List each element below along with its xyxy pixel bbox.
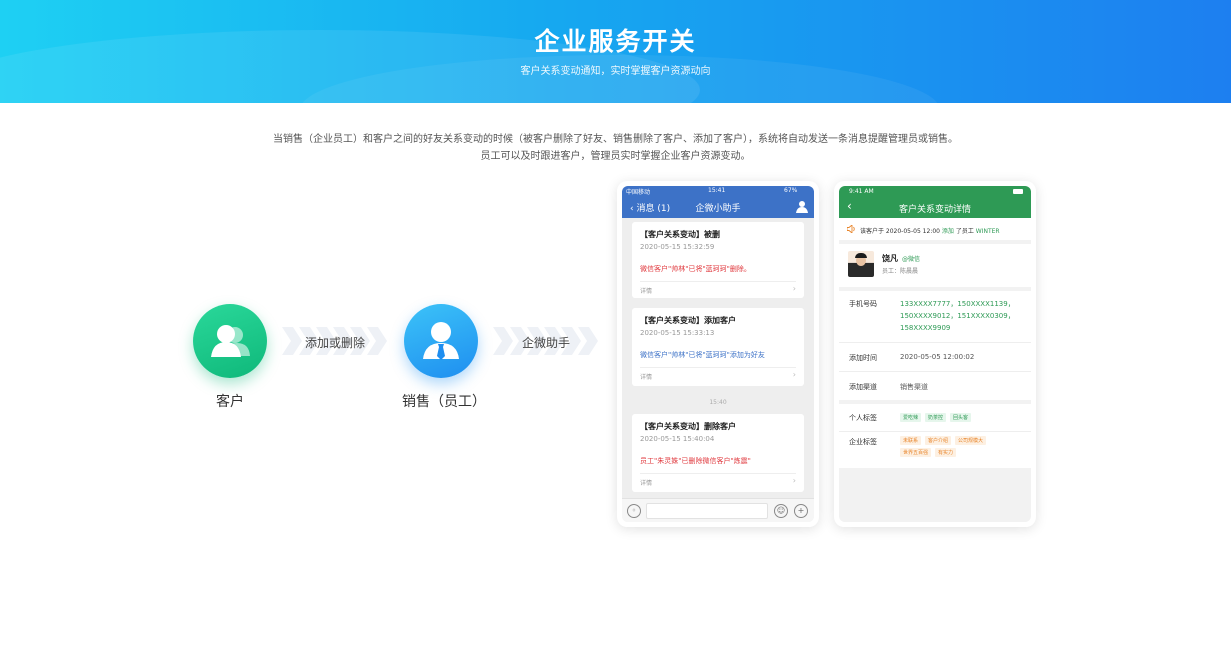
message-date: 2020-05-15 15:33:13 [640,329,715,337]
notice-mid: 了员工 [955,228,974,235]
message-card[interactable]: 【客户关系变动】删除客户 2020-05-15 15:40:04 员工"朱灵姝"… [632,414,804,492]
status-time: 9:41 AM [849,188,874,195]
chevron-right-icon: › [792,476,796,485]
avatar [848,251,874,277]
nav-bar: ‹ 消息 (1) 企微小助手 [622,196,814,218]
customer-name: 饶凡 [882,254,898,263]
description-line-1: 当销售（企业员工）和客户之间的好友关系变动的时候（被客户删除了好友、销售删除了客… [273,134,958,145]
status-bar: 9:41 AM [839,186,1031,196]
personal-tag: 回头客 [950,413,972,422]
user-icon[interactable] [796,200,808,213]
sales-label: 销售（员工） [402,394,486,410]
customer-icon [211,325,250,357]
status-carrier: 中国移动 [626,189,651,196]
customer-node [193,304,267,378]
add-icon[interactable]: + [794,504,808,518]
status-time: 15:41 [708,187,726,194]
add-time-row: 添加时间 2020-05-05 12:00:02 [839,343,1031,372]
message-body: 微信客户"帅林"已将"蓝珂珂"添加为好友 [640,351,765,359]
channel-value: 销售渠道 [900,383,928,391]
message-body: 微信客户"帅林"已将"蓝珂珂"删除。 [640,265,751,273]
change-notice: 该客户于 2020-05-05 12:00 添加 了员工 WINTER [839,218,1031,240]
phone-mockup-wecom: 中国移动 15:41 67% ‹ 消息 (1) 企微小助手 【客户关系变动】被删… [617,181,819,527]
message-input[interactable] [646,503,768,519]
detail-title: 客户关系变动详情 [898,205,971,215]
emoji-icon[interactable]: ☺ [774,504,788,518]
page-title: 企业服务开关 [534,27,697,56]
flow-step-assistant: 企微助手 [522,336,571,350]
company-tag: 公司规模大 [955,436,987,445]
voice-icon[interactable]: ◦ [627,504,641,518]
details-link[interactable]: 详情 [640,372,652,381]
page-subtitle: 客户关系变动通知，实时掌握客户资源动向 [520,66,711,77]
status-bar: 中国移动 15:41 67% [622,186,814,196]
phone-row: 手机号码 133XXXX7777，150XXXX1139，150XXXX9012… [839,291,1031,343]
notice-action: 添加 [941,228,954,235]
speaker-icon [847,225,855,233]
chevron-right-icon: › [792,284,796,293]
company-tag: 世界五百强 [900,448,932,457]
flow-step-add-or-delete: 添加或删除 [305,336,366,350]
channel-row: 添加渠道 销售渠道 [839,372,1031,400]
message-date: 2020-05-15 15:40:04 [640,435,715,443]
status-battery: 67% [784,187,798,194]
nav-bar: ‹ 客户关系变动详情 [839,196,1031,218]
header-banner: 企业服务开关 客户关系变动通知，实时掌握客户资源动向 [0,0,1231,103]
channel-label: 添加渠道 [849,383,877,391]
company-tag: 有实力 [935,448,957,457]
assigned-employee: 员工：陈晨晨 [882,268,919,275]
message-card[interactable]: 【客户关系变动】被删 2020-05-15 15:32:59 微信客户"帅林"已… [632,222,804,298]
description-line-2: 员工可以及时跟进客户，管理员实时掌握企业客户资源变动。 [480,151,751,162]
phone-value: 133XXXX7777，150XXXX1139，150XXXX9012，151X… [900,300,1015,332]
customer-label: 客户 [216,394,244,410]
company-tag: 客户介绍 [925,436,952,445]
customer-profile[interactable]: 饶凡 @微信 员工：陈晨晨 [839,244,1031,287]
chevron-right-icon: › [792,370,796,379]
add-time-label: 添加时间 [849,354,877,362]
phone-label: 手机号码 [849,300,877,308]
message-body: 员工"朱灵姝"已删除微信客户"炼震" [640,457,751,465]
chat-input-bar: ◦ ☺ + [622,498,814,522]
notice-employee: WINTER [975,228,1000,235]
personal-tag: 奶茶控 [925,413,947,422]
company-tags-label: 企业标签 [849,438,877,446]
battery-icon [1013,189,1023,194]
message-title: 【客户关系变动】删除客户 [640,422,736,431]
company-tag: 未联系 [900,436,922,445]
add-time-value: 2020-05-05 12:00:02 [900,353,975,361]
personal-tags-row: 个人标签 爱吃辣 奶茶控 回头客 [839,404,1031,432]
personal-tag: 爱吃辣 [900,413,922,422]
message-title: 【客户关系变动】添加客户 [640,316,736,325]
time-separator: 15:40 [709,399,727,406]
company-tags-row: 企业标签 未联系 客户介绍 公司规模大 世界五百强 有实力 [839,432,1031,468]
sales-node [404,304,478,378]
wechat-tag: @微信 [902,256,921,263]
personal-tags-label: 个人标签 [849,414,877,422]
phone-mockup-detail: 9:41 AM ‹ 客户关系变动详情 该客户于 2020-05-05 12:00… [834,181,1036,527]
message-date: 2020-05-15 15:32:59 [640,243,715,251]
employee-icon [423,322,459,360]
details-link[interactable]: 详情 [640,286,652,295]
chat-title: 企微小助手 [695,204,741,214]
notice-prefix: 该客户于 2020-05-05 12:00 [860,228,940,235]
details-link[interactable]: 详情 [640,478,652,487]
message-title: 【客户关系变动】被删 [640,230,720,239]
message-card[interactable]: 【客户关系变动】添加客户 2020-05-15 15:33:13 微信客户"帅林… [632,308,804,386]
